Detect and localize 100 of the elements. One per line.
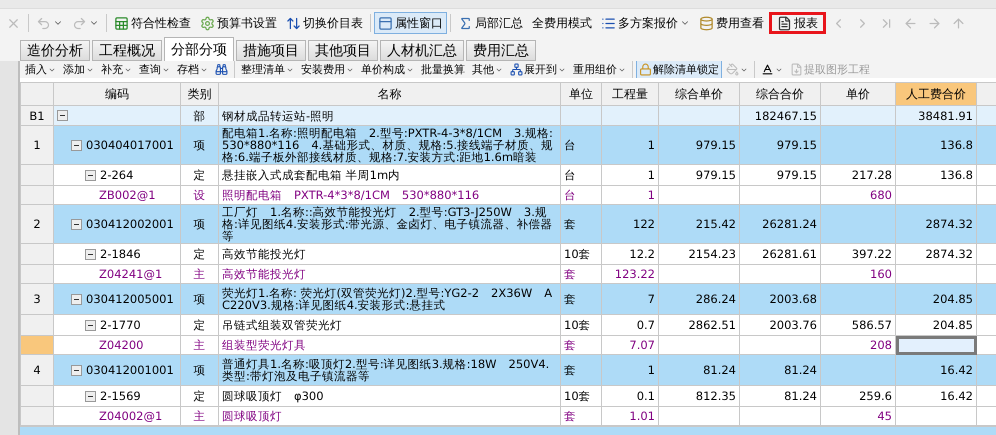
- row-number-cell[interactable]: [20, 244, 54, 265]
- toolbar-button[interactable]: 符合性检查: [110, 12, 195, 34]
- table-cell: 1: [602, 354, 658, 386]
- row-number-cell[interactable]: [20, 406, 54, 426]
- toolbar-button[interactable]: 补充: [98, 61, 135, 78]
- table-cell: 主: [180, 264, 218, 284]
- table-cell: 26281.24: [740, 204, 820, 244]
- table-cell: 工厂灯 1.名称::高效节能投光灯 2.型号:GT3-J250W 3.规格:详见图纸4.安装形式:带光源、金卤灯、电子镇流器、补偿器等: [218, 204, 560, 244]
- table-cell: 2874.32: [896, 244, 976, 265]
- row-number-cell[interactable]: 2: [20, 204, 54, 244]
- collapse-icon[interactable]: [85, 248, 96, 260]
- table-cell: 10套: [560, 386, 602, 407]
- row-number-cell[interactable]: [20, 164, 54, 186]
- toolbar-button[interactable]: 单价构成: [358, 61, 417, 78]
- toolbar-button[interactable]: 展开到: [507, 61, 569, 78]
- toolbar-button[interactable]: 切换价目表: [282, 12, 367, 34]
- column-header[interactable]: 单价: [820, 82, 896, 106]
- table-cell: 项: [180, 126, 218, 165]
- tab[interactable]: 分部分项: [164, 37, 234, 61]
- column-header[interactable]: 编码: [54, 82, 180, 106]
- table-cell: 悬挂嵌入式成套配电箱 半周1m内: [218, 164, 560, 186]
- toolbar-button[interactable]: 其他: [469, 61, 506, 78]
- row-number-cell[interactable]: B1: [20, 106, 54, 126]
- collapse-icon[interactable]: [85, 320, 96, 331]
- arrow-right-icon: [927, 16, 942, 30]
- row-number-cell[interactable]: [20, 186, 54, 205]
- row-number-cell[interactable]: [20, 336, 54, 355]
- code-text: 030412005001: [86, 293, 174, 306]
- row-number-cell[interactable]: 4: [20, 354, 54, 386]
- toolbar-button[interactable]: 属性窗口: [374, 12, 447, 34]
- table-cell: 182467.15: [740, 106, 820, 126]
- row-number-cell[interactable]: [20, 264, 54, 284]
- tab[interactable]: 其他项目: [308, 40, 378, 61]
- code-text: 2-1770: [100, 319, 141, 332]
- toolbar-button[interactable]: 批量换算: [418, 61, 468, 78]
- tab[interactable]: 工程概况: [92, 40, 162, 61]
- table-cell: 397.22: [820, 244, 896, 265]
- toolbar-button[interactable]: 解除清单锁定: [636, 61, 722, 78]
- toolbar-button[interactable]: 查询: [136, 61, 173, 78]
- tab[interactable]: 造价分析: [20, 40, 90, 61]
- column-header[interactable]: 类别: [180, 82, 218, 106]
- toolbar-button[interactable]: 费用查看: [695, 12, 768, 34]
- column-header[interactable]: [976, 82, 996, 106]
- tab[interactable]: 费用汇总: [466, 40, 536, 61]
- row-number-cell[interactable]: [20, 386, 54, 407]
- toolbar-button[interactable]: 多方案报价: [597, 12, 694, 34]
- table-cell: [976, 314, 996, 336]
- code-text: 030412001001: [86, 364, 174, 376]
- row-number-cell[interactable]: 3: [20, 284, 54, 315]
- table-cell: [976, 204, 996, 244]
- toolbar-button[interactable]: 报表: [769, 12, 826, 34]
- table-cell: 吊链式组装双管荧光灯: [218, 314, 560, 336]
- table-cell: 45: [820, 406, 896, 426]
- table-cell: 1.01: [602, 406, 658, 426]
- collapse-icon[interactable]: [85, 390, 96, 402]
- table-cell: 12.2: [602, 244, 658, 265]
- table-icon: [114, 16, 129, 30]
- table-cell: [976, 354, 996, 386]
- toolbar-button[interactable]: 重用组价: [570, 61, 629, 78]
- table-cell: [976, 126, 996, 165]
- toolbar-button[interactable]: 安装费用: [298, 61, 357, 78]
- table-cell: [976, 244, 996, 265]
- table-cell: [976, 336, 996, 355]
- column-header[interactable]: 综合合价: [740, 82, 820, 106]
- table-cell: 台: [560, 164, 602, 186]
- table-cell: [976, 186, 996, 205]
- column-header[interactable]: 综合单价: [658, 82, 740, 106]
- toolbar-button[interactable]: 插入: [22, 61, 59, 78]
- collapse-icon[interactable]: [71, 364, 82, 376]
- row-number-cell[interactable]: [20, 314, 54, 336]
- arrows-icon: [286, 16, 301, 30]
- collapse-icon[interactable]: [57, 110, 68, 122]
- toolbar-button[interactable]: 预算书设置: [196, 12, 281, 34]
- collapse-icon[interactable]: [85, 170, 96, 181]
- column-header[interactable]: 工程量: [602, 82, 658, 106]
- collapse-icon[interactable]: [71, 140, 82, 151]
- file-icon: [790, 63, 803, 76]
- toolbar-button[interactable]: 全费用模式: [528, 12, 596, 34]
- collapse-icon[interactable]: [71, 218, 82, 230]
- code-text: 2-1846: [100, 248, 141, 260]
- column-header[interactable]: 人工费合价: [896, 82, 976, 106]
- toolbar-button[interactable]: 添加: [60, 61, 97, 78]
- table-cell: 26281.61: [740, 244, 820, 265]
- table-cell: 215.42: [658, 204, 740, 244]
- document-icon: [777, 16, 792, 30]
- table-cell: 项: [180, 354, 218, 386]
- toolbar-button[interactable]: 存档: [174, 61, 211, 78]
- table-cell: 2874.32: [896, 204, 976, 244]
- table-cell: 979.15: [658, 126, 740, 165]
- table-cell: 136.8: [896, 126, 976, 165]
- table-cell: 台: [560, 186, 602, 205]
- toolbar-button[interactable]: 局部汇总: [454, 12, 527, 34]
- collapse-icon[interactable]: [71, 294, 82, 305]
- row-number-cell[interactable]: 1: [20, 126, 54, 165]
- tab[interactable]: 人材机汇总: [380, 40, 464, 61]
- column-header[interactable]: 名称: [218, 82, 560, 106]
- column-header[interactable]: 单位: [560, 82, 602, 106]
- table-cell: 部: [180, 106, 218, 126]
- tab[interactable]: 措施项目: [236, 40, 306, 61]
- toolbar-button[interactable]: 整理清单: [238, 61, 297, 78]
